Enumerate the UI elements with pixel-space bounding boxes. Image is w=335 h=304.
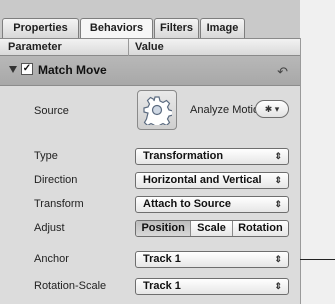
popup-arrows-icon: ⇕ <box>274 199 282 209</box>
value-column-header: Value <box>135 41 164 53</box>
popup-arrows-icon: ⇕ <box>274 254 282 264</box>
type-popup[interactable]: Transformation ⇕ <box>135 148 289 165</box>
analyze-motion-button[interactable] <box>137 90 177 130</box>
adjust-label: Adjust <box>34 222 65 234</box>
rotation-scale-popup-value: Track 1 <box>143 280 181 292</box>
callout-line <box>300 259 335 260</box>
anchor-popup[interactable]: Track 1 ⇕ <box>135 251 289 268</box>
adjust-row: Adjust Position Scale Rotation <box>0 219 300 239</box>
behaviors-panel: Parameter Value ✓ Match Move ↶ Source An… <box>0 38 301 304</box>
type-row: Type Transformation ⇕ <box>0 147 300 167</box>
parameter-column-header: Parameter <box>8 41 62 53</box>
reset-icon[interactable]: ↶ <box>277 64 288 80</box>
inspector-tabs: Properties Behaviors Filters Image <box>0 0 300 39</box>
source-row: Source Analyze Motion ✱ ▾ <box>0 90 300 134</box>
transform-row: Transform Attach to Source ⇕ <box>0 195 300 215</box>
action-menu-button[interactable]: ✱ ▾ <box>255 100 289 118</box>
direction-label: Direction <box>34 174 78 186</box>
anchor-popup-value: Track 1 <box>143 253 181 265</box>
transform-label: Transform <box>34 198 84 210</box>
direction-popup-value: Horizontal and Vertical <box>143 174 262 186</box>
adjust-position-segment[interactable]: Position <box>136 221 192 236</box>
disclosure-triangle-icon[interactable] <box>9 66 17 73</box>
anchor-row: Anchor Track 1 ⇕ <box>0 250 300 270</box>
rotation-scale-label: Rotation-Scale <box>34 280 107 292</box>
analyze-motion-label: Analyze Motion <box>190 104 266 116</box>
column-divider[interactable] <box>128 39 129 56</box>
match-move-enable-checkbox[interactable]: ✓ <box>21 63 33 75</box>
popup-arrows-icon: ⇕ <box>274 175 282 185</box>
adjust-scale-segment[interactable]: Scale <box>191 221 233 236</box>
type-label: Type <box>34 150 58 162</box>
popup-arrows-icon: ⇕ <box>274 151 282 161</box>
column-header: Parameter Value <box>0 38 300 56</box>
match-move-title: Match Move <box>38 63 107 77</box>
gear-icon <box>143 96 172 125</box>
type-popup-value: Transformation <box>143 150 224 162</box>
adjust-segmented-control[interactable]: Position Scale Rotation <box>135 220 289 237</box>
adjust-rotation-segment[interactable]: Rotation <box>233 221 288 236</box>
tab-filters[interactable]: Filters <box>154 18 199 38</box>
direction-popup[interactable]: Horizontal and Vertical ⇕ <box>135 172 289 189</box>
match-move-group: ✓ Match Move ↶ <box>0 56 300 86</box>
tab-behaviors[interactable]: Behaviors <box>80 18 153 39</box>
transform-popup[interactable]: Attach to Source ⇕ <box>135 196 289 213</box>
tab-image[interactable]: Image <box>200 18 245 38</box>
rotation-scale-popup[interactable]: Track 1 ⇕ <box>135 278 289 295</box>
source-label: Source <box>34 105 69 117</box>
rotation-scale-row: Rotation-Scale Track 1 ⇕ <box>0 277 300 297</box>
direction-row: Direction Horizontal and Vertical ⇕ <box>0 171 300 191</box>
transform-popup-value: Attach to Source <box>143 198 232 210</box>
anchor-label: Anchor <box>34 253 69 265</box>
popup-arrows-icon: ⇕ <box>274 281 282 291</box>
tab-properties[interactable]: Properties <box>2 18 79 38</box>
